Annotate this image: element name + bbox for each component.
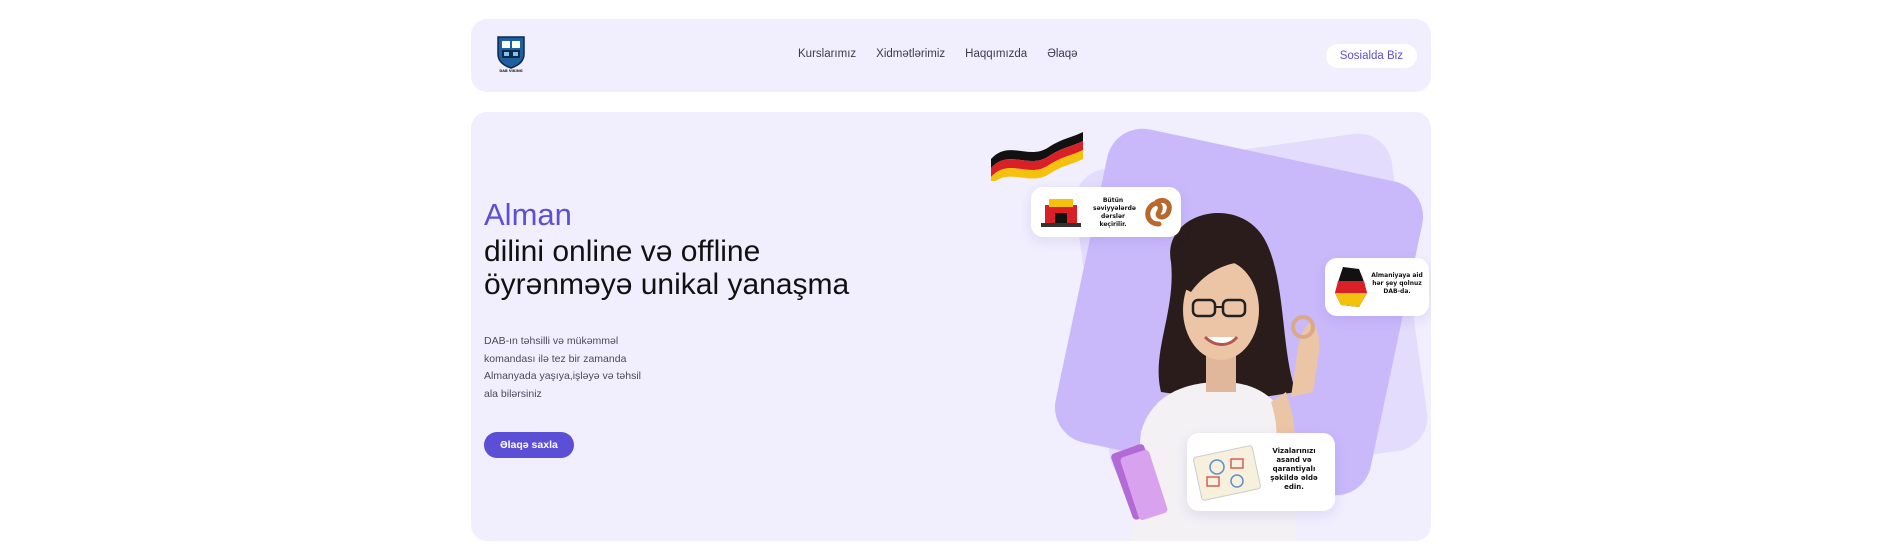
pretzel-icon: [1145, 197, 1172, 227]
german-flag-icon: [991, 132, 1083, 181]
germany-map-icon: [1335, 267, 1367, 307]
shield-logo-icon: [497, 36, 525, 69]
social-button[interactable]: Sosialda Biz: [1325, 44, 1417, 68]
hero-desc-line-2: komandası ilə tez bir zamanda: [484, 352, 627, 365]
dab-logo[interactable]: DAB VIKING: [494, 34, 528, 74]
nav-item-kurslar[interactable]: Kurslarımız: [798, 48, 856, 60]
nav-item-xidmetler[interactable]: Xidmətlərimiz: [876, 48, 945, 60]
nav-item-elaqe[interactable]: Əlaqə: [1047, 48, 1077, 60]
nav-item-haqqimizda[interactable]: Haqqımızda: [965, 48, 1027, 60]
hero-accent-word: Alman: [484, 197, 572, 232]
info-card-germany-text: Almaniyaya aid hər şey qolnuz DAB-da.: [1371, 272, 1423, 295]
gate-icon: [1041, 199, 1081, 227]
info-card-levels-text: Bütün səviyyələrdə dərslər keçirilir.: [1093, 197, 1136, 228]
hero-title-line-1: dilini online və offline: [484, 235, 761, 268]
hero-desc-line-4: ala bilərsiniz: [484, 387, 542, 400]
hero-desc-line-1: DAB-ın təhsilli və mükəmməl: [484, 335, 619, 347]
main-nav: Kurslarımız Xidmətlərimiz Haqqımızda Əla…: [798, 48, 1078, 60]
hero-section: Alman dilini online və offline öyrənməyə…: [471, 112, 1431, 541]
contact-cta-button[interactable]: Əlaqə saxla: [484, 432, 574, 458]
passport-stamps-icon: [1193, 445, 1261, 501]
info-card-levels: Bütün səviyyələrdə dərslər keçirilir.: [1031, 187, 1181, 237]
site-header: DAB VIKING Kurslarımız Xidmətlərimiz Haq…: [471, 19, 1431, 92]
info-card-germany: Almaniyaya aid hər şey qolnuz DAB-da.: [1325, 258, 1429, 316]
info-card-visa: Vizalarınızı asand və qarantiyalı şəkild…: [1187, 433, 1335, 511]
hero-description: DAB-ın təhsilli və mükəmməl komandası il…: [484, 333, 669, 403]
hero-title-line-2: öyrənməyə unikal yanaşma: [484, 268, 850, 301]
logo-caption: DAB VIKING: [499, 69, 523, 73]
hero-desc-line-3: Almanyada yaşıya,işləyə və təhsil: [484, 370, 641, 382]
info-card-visa-text: Vizalarınızı asand və qarantiyalı şəkild…: [1270, 447, 1318, 491]
hero-title: dilini online və offline öyrənməyə unika…: [484, 235, 944, 301]
